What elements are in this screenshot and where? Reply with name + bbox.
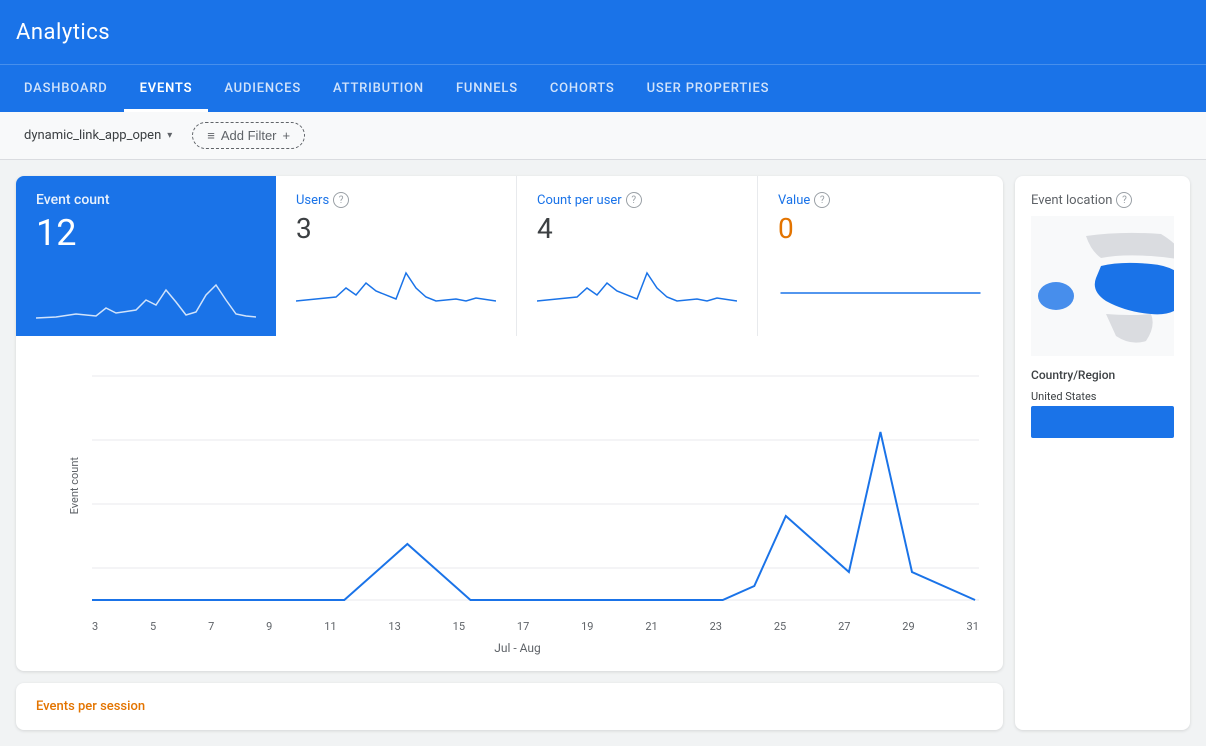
- x-tick-11: 11: [324, 620, 336, 633]
- x-tick-15: 15: [453, 620, 465, 633]
- plus-icon: +: [283, 128, 291, 143]
- x-tick-3: 3: [92, 620, 98, 633]
- x-tick-23: 23: [710, 620, 722, 633]
- value-label: Value ?: [778, 192, 983, 208]
- event-count-label: Event count: [36, 192, 256, 208]
- us-region-row: United States: [1031, 390, 1174, 438]
- count-per-user-label: Count per user ?: [537, 192, 737, 208]
- event-count-mini-chart: [36, 270, 256, 320]
- x-tick-29: 29: [902, 620, 914, 633]
- us-region-bar: [1031, 406, 1174, 438]
- nav-item-attribution[interactable]: ATTRIBUTION: [317, 65, 440, 112]
- users-label: Users ?: [296, 192, 496, 208]
- x-tick-21: 21: [645, 620, 657, 633]
- event-selector[interactable]: dynamic_link_app_open ▾: [16, 124, 180, 147]
- value-mini-chart: [778, 253, 983, 303]
- value-info-icon[interactable]: ?: [814, 192, 830, 208]
- x-tick-9: 9: [266, 620, 272, 633]
- filter-icon: ≡: [207, 128, 215, 143]
- y-axis-label: Event count: [68, 457, 81, 514]
- main-chart-svg: 0 2 4 6 8: [92, 356, 979, 616]
- country-region-label: Country/Region: [1031, 368, 1174, 382]
- nav-item-user-properties[interactable]: USER PROPERTIES: [631, 65, 786, 112]
- x-tick-19: 19: [581, 620, 593, 633]
- right-panel: Event location ? Country/Region United S…: [1015, 176, 1190, 730]
- users-chart-svg: [296, 253, 496, 303]
- nav-item-dashboard[interactable]: DASHBOARD: [8, 65, 124, 112]
- stats-row: Event count 12 Users ? 3: [16, 176, 1003, 336]
- us-region-bar-fill: [1031, 406, 1174, 438]
- chart-x-label: Jul - Aug: [56, 641, 979, 655]
- nav-item-audiences[interactable]: AUDIENCES: [208, 65, 317, 112]
- events-per-session-card: Events per session: [16, 683, 1003, 730]
- chevron-down-icon: ▾: [167, 130, 172, 141]
- users-mini-chart: [296, 253, 496, 303]
- users-value: 3: [296, 212, 496, 245]
- x-tick-7: 7: [208, 620, 214, 633]
- x-axis-ticks: 3 5 7 9 11 13 15 17 19 21 23 25 27 29 31: [56, 620, 979, 633]
- y-axis-container: Event count: [56, 356, 92, 616]
- mini-chart-svg-white: [36, 270, 256, 320]
- count-per-user-stat-box: Count per user ? 4: [517, 176, 758, 336]
- nav-bar: DASHBOARD EVENTS AUDIENCES ATTRIBUTION F…: [0, 64, 1206, 112]
- count-per-user-mini-chart: [537, 253, 737, 303]
- value-value: 0: [778, 212, 983, 245]
- x-tick-17: 17: [517, 620, 529, 633]
- events-per-session-title: Events per session: [36, 699, 983, 714]
- users-stat-box: Users ? 3: [276, 176, 517, 336]
- chart-svg-container: 0 2 4 6 8: [92, 356, 979, 616]
- event-count-value: 12: [36, 212, 256, 254]
- event-location-title: Event location ?: [1031, 192, 1174, 208]
- map-svg: [1031, 216, 1174, 356]
- chart-with-y-axis: Event count 0 2: [56, 356, 979, 616]
- stats-card: Event count 12 Users ? 3: [16, 176, 1003, 671]
- nav-item-cohorts[interactable]: COHORTS: [534, 65, 631, 112]
- event-count-box: Event count 12: [16, 176, 276, 336]
- count-per-user-chart-svg: [537, 253, 737, 303]
- filter-bar: dynamic_link_app_open ▾ ≡ Add Filter +: [0, 112, 1206, 160]
- add-filter-button[interactable]: ≡ Add Filter +: [192, 122, 305, 149]
- app-header: Analytics: [0, 0, 1206, 64]
- x-tick-27: 27: [838, 620, 850, 633]
- event-location-map: [1031, 216, 1174, 356]
- left-panel: Event count 12 Users ? 3: [16, 176, 1003, 730]
- value-stat-box: Value ? 0: [758, 176, 1003, 336]
- nav-item-funnels[interactable]: FUNNELS: [440, 65, 534, 112]
- main-chart-area: Event count 0 2: [16, 336, 1003, 671]
- event-selector-value: dynamic_link_app_open: [24, 128, 161, 143]
- count-per-user-value: 4: [537, 212, 737, 245]
- add-filter-label: Add Filter: [221, 128, 277, 143]
- event-location-info-icon[interactable]: ?: [1116, 192, 1132, 208]
- main-content: Event count 12 Users ? 3: [0, 160, 1206, 746]
- count-per-user-info-icon[interactable]: ?: [626, 192, 642, 208]
- x-tick-5: 5: [150, 620, 156, 633]
- x-tick-13: 13: [388, 620, 400, 633]
- x-tick-25: 25: [774, 620, 786, 633]
- x-tick-31: 31: [967, 620, 979, 633]
- app-title: Analytics: [16, 20, 110, 45]
- users-info-icon[interactable]: ?: [333, 192, 349, 208]
- us-region-label: United States: [1031, 390, 1174, 403]
- nav-item-events[interactable]: EVENTS: [124, 65, 209, 112]
- value-chart-svg: [778, 253, 983, 303]
